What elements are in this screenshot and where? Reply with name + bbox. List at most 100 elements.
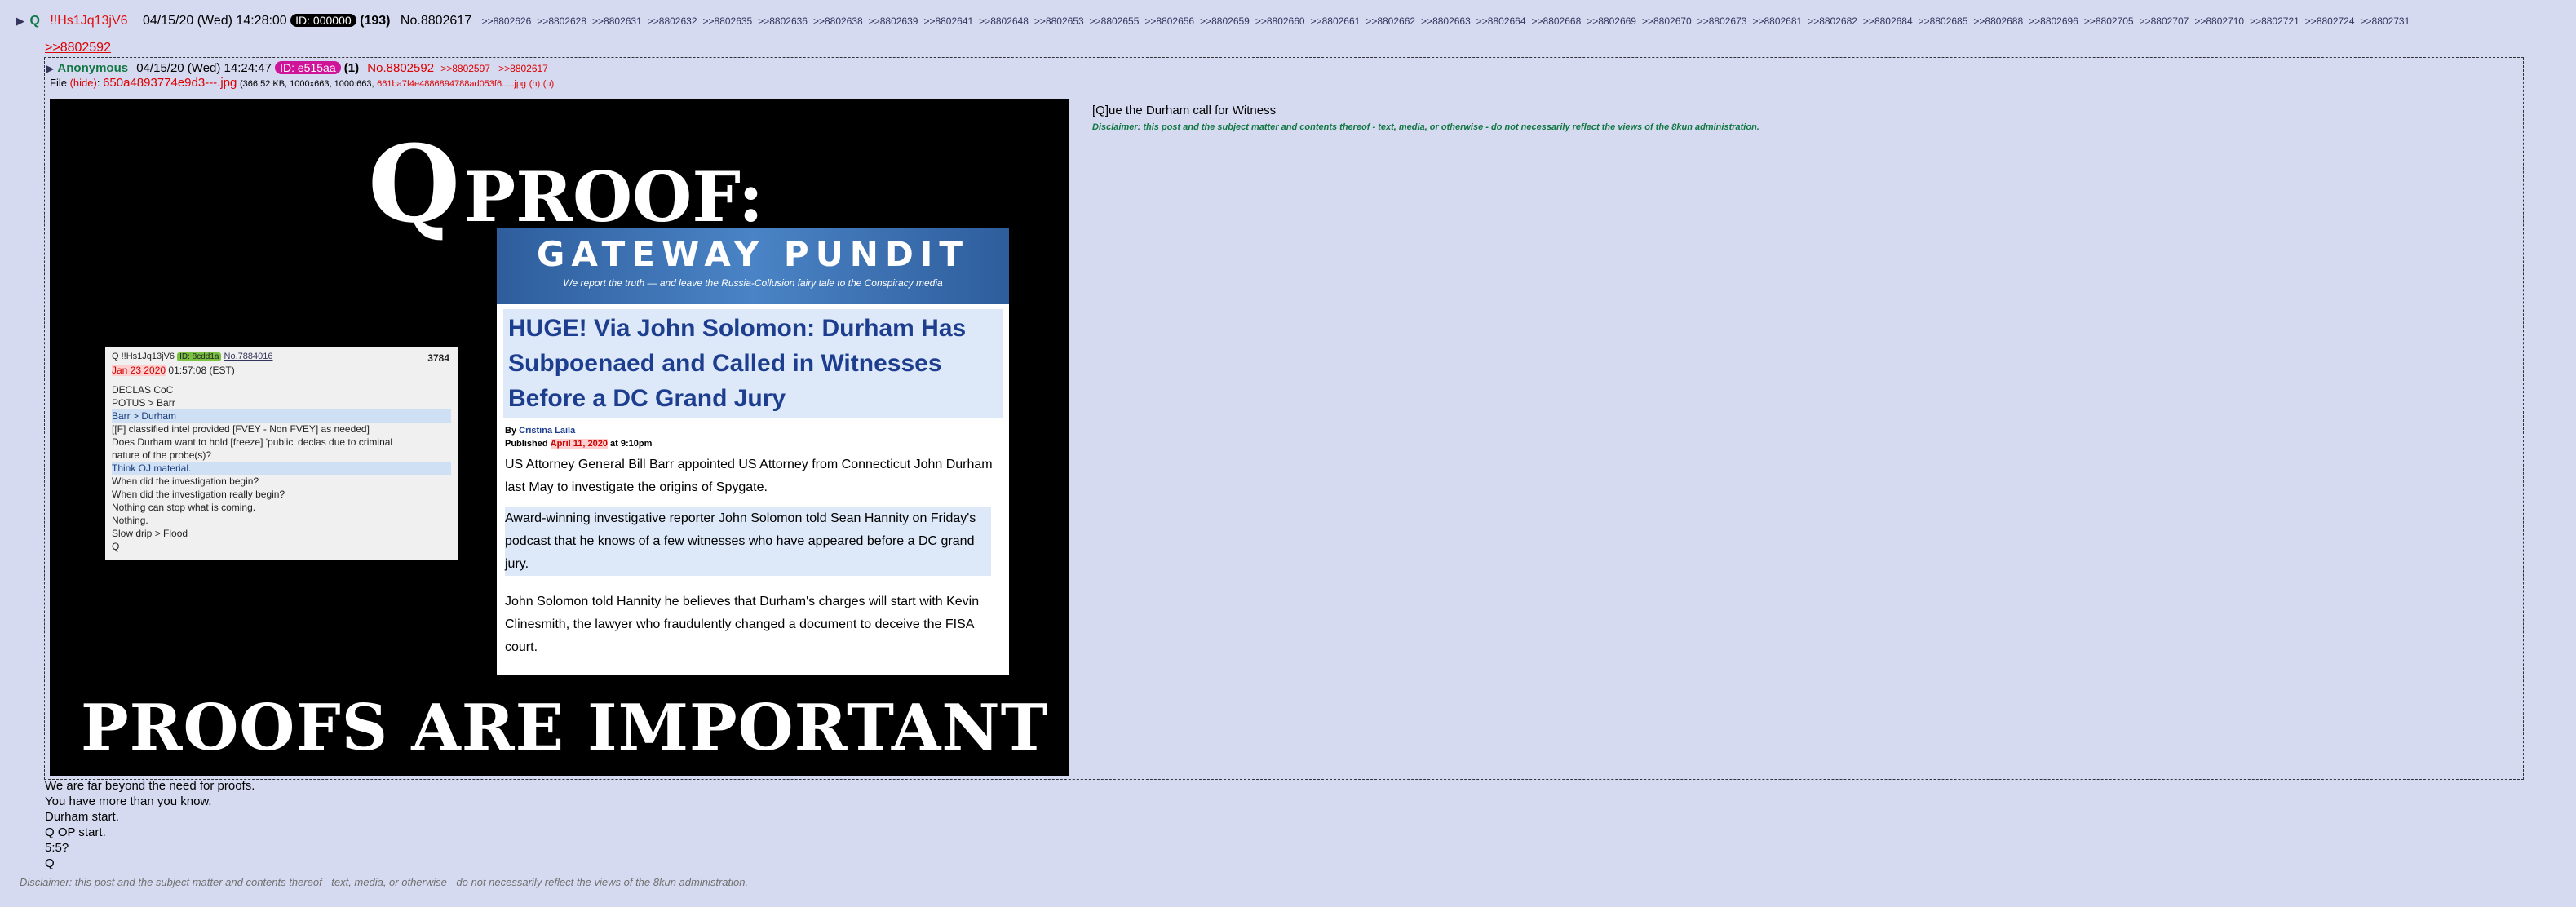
expand-arrow-icon[interactable]: ▶ [46, 63, 54, 74]
quoted-post-link[interactable]: >>8802592 [45, 41, 111, 55]
backlink[interactable]: >>8802653 [1034, 15, 1084, 27]
article-tagline: We report the truth — and leave the Russ… [563, 277, 943, 289]
backlink[interactable]: >>8802639 [869, 15, 918, 27]
file-label: File [50, 77, 67, 89]
backlink[interactable]: >>8802696 [2029, 15, 2078, 27]
original-filename-link[interactable]: 661ba7f4e4886894788ad053f6.....jpg [377, 79, 526, 89]
body-line: You have more than you know. [45, 794, 212, 808]
file-meta: (366.52 KB, 1000x663, 1000:663, [240, 79, 374, 89]
image-title-q: Q [368, 122, 461, 246]
hide-file-link[interactable]: (hide) [70, 77, 97, 89]
embedded-post-trip: Q !!Hs1Jq13jV6 [112, 352, 175, 361]
backlink[interactable]: >>8802710 [2194, 15, 2244, 27]
backlink[interactable]: >>8802635 [703, 15, 753, 27]
backlink[interactable]: >>8802669 [1587, 15, 1636, 27]
reply-disclaimer: Disclaimer: this post and the subject ma… [1092, 122, 1759, 132]
backlink[interactable]: >>8802655 [1090, 15, 1140, 27]
backlink[interactable]: >>8802632 [648, 15, 697, 27]
embedded-post-count: 3784 [427, 352, 449, 364]
backlink[interactable]: >>8802684 [1863, 15, 1913, 27]
thread-disclaimer: Disclaimer: this post and the subject ma… [20, 876, 749, 888]
article-screenshot: GATEWAY PUNDIT We report the truth — and… [497, 228, 1009, 675]
article-banner: GATEWAY PUNDIT We report the truth — and… [497, 228, 1009, 304]
backlink[interactable]: >>8802660 [1255, 15, 1305, 27]
embedded-post-body: DECLAS CoC POTUS > Barr Barr > Durham [[F] … [112, 383, 451, 553]
image-bottom-caption: PROOFS ARE IMPORTANT – Q [81, 691, 1069, 765]
reply-subject: [Q]ue the Durham call for Witness [1092, 104, 1277, 117]
backlink[interactable]: >>8802631 [592, 15, 642, 27]
backlink[interactable]: >>8802688 [1973, 15, 2023, 27]
embedded-post-id: ID: 8cdd1a [177, 352, 222, 361]
reply-id-count: (1) [343, 61, 360, 75]
inlined-reply: ▶ Anonymous 04/15/20 (Wed) 14:24:47 ID: … [44, 57, 2524, 780]
published-label: Published [505, 439, 548, 449]
reply-backlink[interactable]: >>8802597 [440, 63, 490, 74]
backlink[interactable]: >>8802663 [1421, 15, 1471, 27]
backlink[interactable]: >>8802670 [1642, 15, 1692, 27]
embedded-post-no: No.7884016 [224, 352, 273, 361]
post-number-link[interactable]: No.8802617 [401, 14, 471, 28]
byline-author: Cristina Laila [519, 426, 576, 436]
embedded-post-line: nature of the probe(s)? [112, 449, 212, 461]
poster-id-badge[interactable]: ID: 000000 [290, 14, 356, 27]
thread-header: ▶ Q !!Hs1Jq13jV6 04/15/20 (Wed) 14:28:00… [16, 11, 2415, 30]
backlink[interactable]: >>8802636 [758, 15, 808, 27]
reply-post-number[interactable]: No.8802592 [367, 61, 434, 75]
embedded-date-highlight: Jan 23 2020 [112, 365, 166, 376]
reply-id-badge[interactable]: ID: e515aa [275, 61, 341, 74]
body-line: Q [45, 856, 55, 870]
embedded-post-line: POTUS > Barr [112, 397, 175, 409]
backlinks-list: >>8802626 >>8802628 >>8802631 >>8802632 >>88… [482, 14, 2416, 28]
reply-backlink[interactable]: >>8802617 [498, 63, 548, 74]
backlink[interactable]: >>8802648 [979, 15, 1029, 27]
body-line: Q OP start. [45, 825, 106, 839]
published-date: April 11, 2020 [550, 439, 608, 449]
published-time: at 9:10pm [610, 439, 653, 449]
backlink[interactable]: >>8802685 [1919, 15, 1968, 27]
backlink[interactable]: >>8802659 [1200, 15, 1250, 27]
embedded-time: 01:57:08 (EST) [168, 365, 235, 376]
backlink[interactable]: >>8802661 [1311, 15, 1361, 27]
reply-header: ▶ Anonymous 04/15/20 (Wed) 14:24:47 ID: … [46, 60, 553, 77]
article-byline: By Cristina Laila Published April 11, 20… [505, 424, 1001, 450]
attached-image[interactable]: Q PROOF: Q !!Hs1Jq13jV6 ID: 8cdd1a No.78… [50, 99, 1069, 776]
backlink[interactable]: >>8802668 [1532, 15, 1582, 27]
embedded-post-line: DECLAS CoC [112, 384, 174, 396]
embedded-post-line: Does Durham want to hold [freeze] 'publi… [112, 436, 393, 448]
backlink[interactable]: >>8802705 [2084, 15, 2134, 27]
file-name-link[interactable]: 650a4893774e9d3---.jpg [103, 76, 237, 90]
backlink[interactable]: >>8802731 [2361, 15, 2410, 27]
article-paragraph: Award-winning investigative reporter Joh… [505, 507, 991, 576]
file-u-link[interactable]: (u) [543, 79, 554, 89]
tripcode: !!Hs1Jq13jV6 [50, 14, 128, 28]
embedded-post-line: Nothing can stop what is coming. [112, 502, 256, 513]
poster-name: Anonymous [57, 61, 129, 75]
backlink[interactable]: >>8802707 [2140, 15, 2189, 27]
file-h-link[interactable]: (h) [529, 79, 540, 89]
q-label: Q [29, 14, 40, 28]
body-line: Durham start. [45, 810, 119, 824]
backlink[interactable]: >>8802641 [923, 15, 973, 27]
backlink[interactable]: >>8802662 [1365, 15, 1415, 27]
file-info: File (hide): 650a4893774e9d3---.jpg (366… [50, 76, 555, 90]
article-paragraph: US Attorney General Bill Barr appointed … [505, 458, 993, 494]
backlink[interactable]: >>8802724 [2305, 15, 2355, 27]
backlink[interactable]: >>8802673 [1697, 15, 1747, 27]
backlink[interactable]: >>8802681 [1752, 15, 1802, 27]
embedded-post-date: Jan 23 2020 01:57:08 (EST) [112, 364, 451, 377]
backlink[interactable]: >>8802682 [1808, 15, 1857, 27]
embedded-post-line: Q [112, 541, 120, 552]
embedded-post-header: Q !!Hs1Jq13jV6 ID: 8cdd1a No.7884016 [112, 350, 451, 364]
expand-arrow-icon[interactable]: ▶ [16, 15, 24, 27]
backlink[interactable]: >>8802664 [1476, 15, 1526, 27]
backlink[interactable]: >>8802628 [537, 15, 586, 27]
article-brand: GATEWAY PUNDIT [536, 234, 970, 274]
article-headline: HUGE! Via John Solomon: Durham Has Subpo… [503, 309, 1003, 418]
backlink[interactable]: >>8802638 [813, 15, 863, 27]
embedded-post-line: When did the investigation really begin? [112, 489, 285, 500]
backlink[interactable]: >>8802656 [1144, 15, 1194, 27]
embedded-post-line: Barr > Durham [112, 409, 451, 423]
embedded-post-line: [[F] classified intel provided [FVEY - N… [112, 423, 370, 435]
backlink[interactable]: >>8802626 [482, 15, 532, 27]
backlink[interactable]: >>8802721 [2250, 15, 2299, 27]
